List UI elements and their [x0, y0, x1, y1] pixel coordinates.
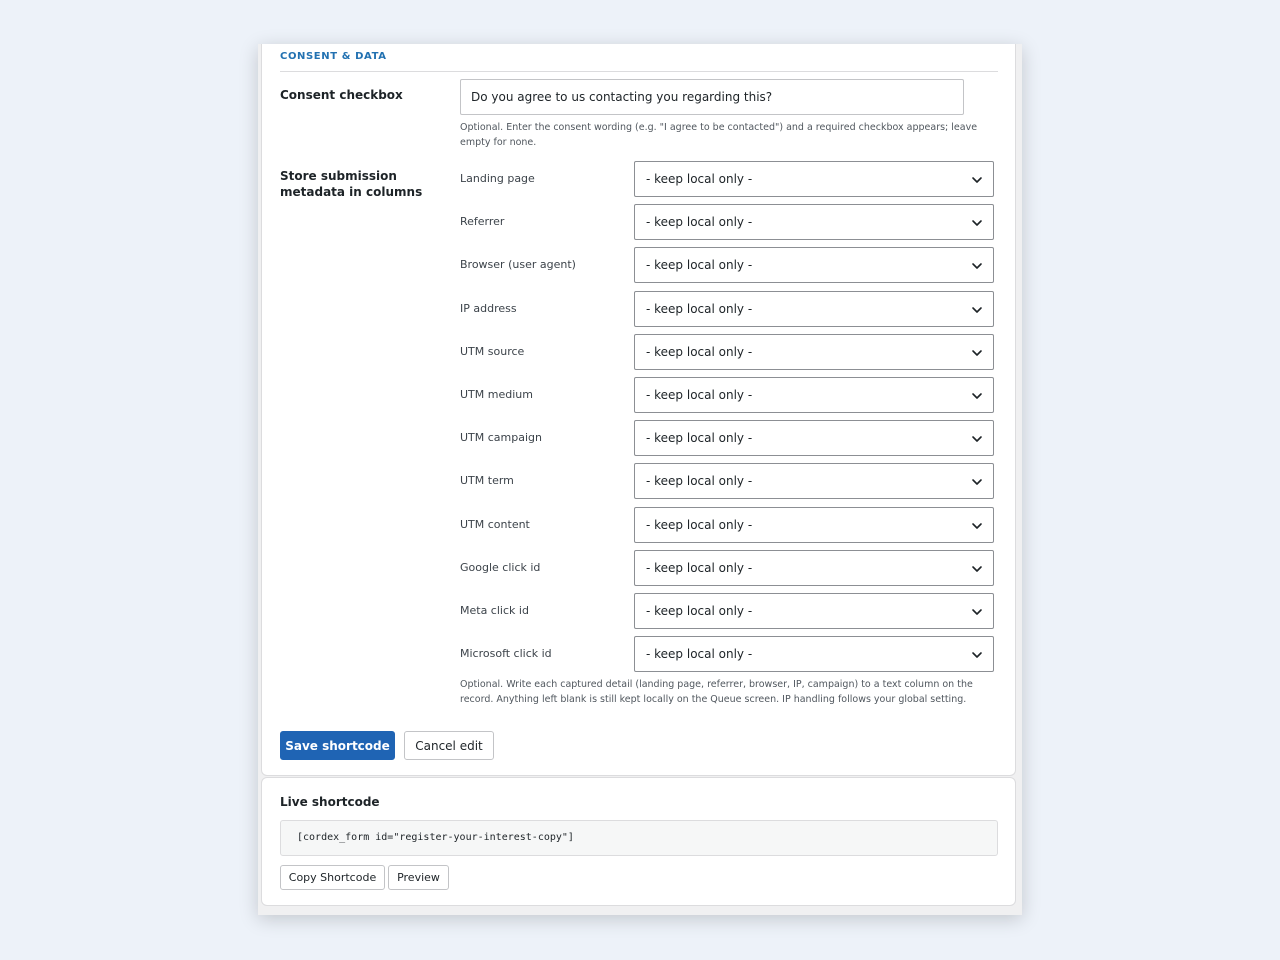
metadata-row: UTM content - keep local only - [460, 507, 994, 543]
metadata-column-select[interactable]: - keep local only - [634, 420, 994, 456]
section-heading: CONSENT & DATA [280, 51, 387, 62]
metadata-field-label: Meta click id [460, 604, 529, 617]
chevron-down-icon [972, 523, 982, 529]
select-value: - keep local only - [646, 647, 753, 661]
live-shortcode-card: Live shortcode [cordex_form id="register… [261, 777, 1016, 906]
chevron-down-icon [972, 350, 982, 356]
select-value: - keep local only - [646, 431, 753, 445]
section-divider [280, 71, 998, 72]
metadata-field-label: UTM term [460, 474, 514, 487]
metadata-help-text: Optional. Write each captured detail (la… [460, 679, 973, 705]
select-value: - keep local only - [646, 474, 753, 488]
consent-data-card: CONSENT & DATA Consent checkbox Optional… [261, 44, 1016, 776]
chevron-down-icon [972, 393, 982, 399]
chevron-down-icon [972, 220, 982, 226]
shortcode-text: [cordex_form id="register-your-interest-… [297, 832, 574, 843]
cancel-edit-button[interactable]: Cancel edit [404, 731, 494, 760]
chevron-down-icon [972, 436, 982, 442]
metadata-column-select[interactable]: - keep local only - [634, 463, 994, 499]
metadata-column-select[interactable]: - keep local only - [634, 507, 994, 543]
chevron-down-icon [972, 652, 982, 658]
metadata-column-select[interactable]: - keep local only - [634, 636, 994, 672]
live-shortcode-heading: Live shortcode [280, 795, 380, 809]
chevron-down-icon [972, 263, 982, 269]
metadata-field-label: UTM content [460, 518, 530, 531]
metadata-column-select[interactable]: - keep local only - [634, 161, 994, 197]
metadata-column-select[interactable]: - keep local only - [634, 550, 994, 586]
metadata-row: Browser (user agent) - keep local only - [460, 247, 994, 283]
metadata-column-select[interactable]: - keep local only - [634, 204, 994, 240]
consent-help-text: Optional. Enter the consent wording (e.g… [460, 122, 978, 148]
select-value: - keep local only - [646, 388, 753, 402]
metadata-columns-label: Store submission metadata in columns [280, 169, 423, 199]
metadata-field-label: Referrer [460, 215, 505, 228]
metadata-column-select[interactable]: - keep local only - [634, 247, 994, 283]
save-shortcode-button[interactable]: Save shortcode [280, 731, 395, 760]
metadata-column-select[interactable]: - keep local only - [634, 593, 994, 629]
chevron-down-icon [972, 177, 982, 183]
metadata-row: Microsoft click id - keep local only - [460, 636, 994, 672]
metadata-field-label: Microsoft click id [460, 647, 552, 660]
select-value: - keep local only - [646, 604, 753, 618]
metadata-row: Landing page - keep local only - [460, 161, 994, 197]
select-value: - keep local only - [646, 302, 753, 316]
metadata-field-label: Landing page [460, 172, 535, 185]
metadata-field-label: UTM medium [460, 388, 533, 401]
copy-shortcode-button[interactable]: Copy Shortcode [280, 865, 385, 890]
shortcode-box[interactable]: [cordex_form id="register-your-interest-… [280, 820, 998, 856]
select-value: - keep local only - [646, 172, 753, 186]
preview-button[interactable]: Preview [388, 865, 449, 890]
select-value: - keep local only - [646, 561, 753, 575]
chevron-down-icon [972, 609, 982, 615]
select-value: - keep local only - [646, 345, 753, 359]
metadata-row: Google click id - keep local only - [460, 550, 994, 586]
metadata-row: Referrer - keep local only - [460, 204, 994, 240]
chevron-down-icon [972, 479, 982, 485]
consent-checkbox-label: Consent checkbox [280, 88, 403, 102]
select-value: - keep local only - [646, 215, 753, 229]
metadata-field-label: IP address [460, 302, 517, 315]
metadata-field-label: Browser (user agent) [460, 258, 576, 271]
metadata-field-label: UTM source [460, 345, 525, 358]
metadata-column-select[interactable]: - keep local only - [634, 291, 994, 327]
select-value: - keep local only - [646, 518, 753, 532]
metadata-column-select[interactable]: - keep local only - [634, 377, 994, 413]
metadata-row: UTM campaign - keep local only - [460, 420, 994, 456]
metadata-row: UTM source - keep local only - [460, 334, 994, 370]
metadata-row: Meta click id - keep local only - [460, 593, 994, 629]
consent-wording-input[interactable] [460, 79, 964, 115]
metadata-row: IP address - keep local only - [460, 291, 994, 327]
metadata-row: UTM medium - keep local only - [460, 377, 994, 413]
form-editor-window: CONSENT & DATA Consent checkbox Optional… [258, 44, 1022, 915]
metadata-column-select[interactable]: - keep local only - [634, 334, 994, 370]
chevron-down-icon [972, 566, 982, 572]
select-value: - keep local only - [646, 258, 753, 272]
chevron-down-icon [972, 307, 982, 313]
metadata-row: UTM term - keep local only - [460, 463, 994, 499]
metadata-field-label: UTM campaign [460, 431, 542, 444]
metadata-field-label: Google click id [460, 561, 541, 574]
